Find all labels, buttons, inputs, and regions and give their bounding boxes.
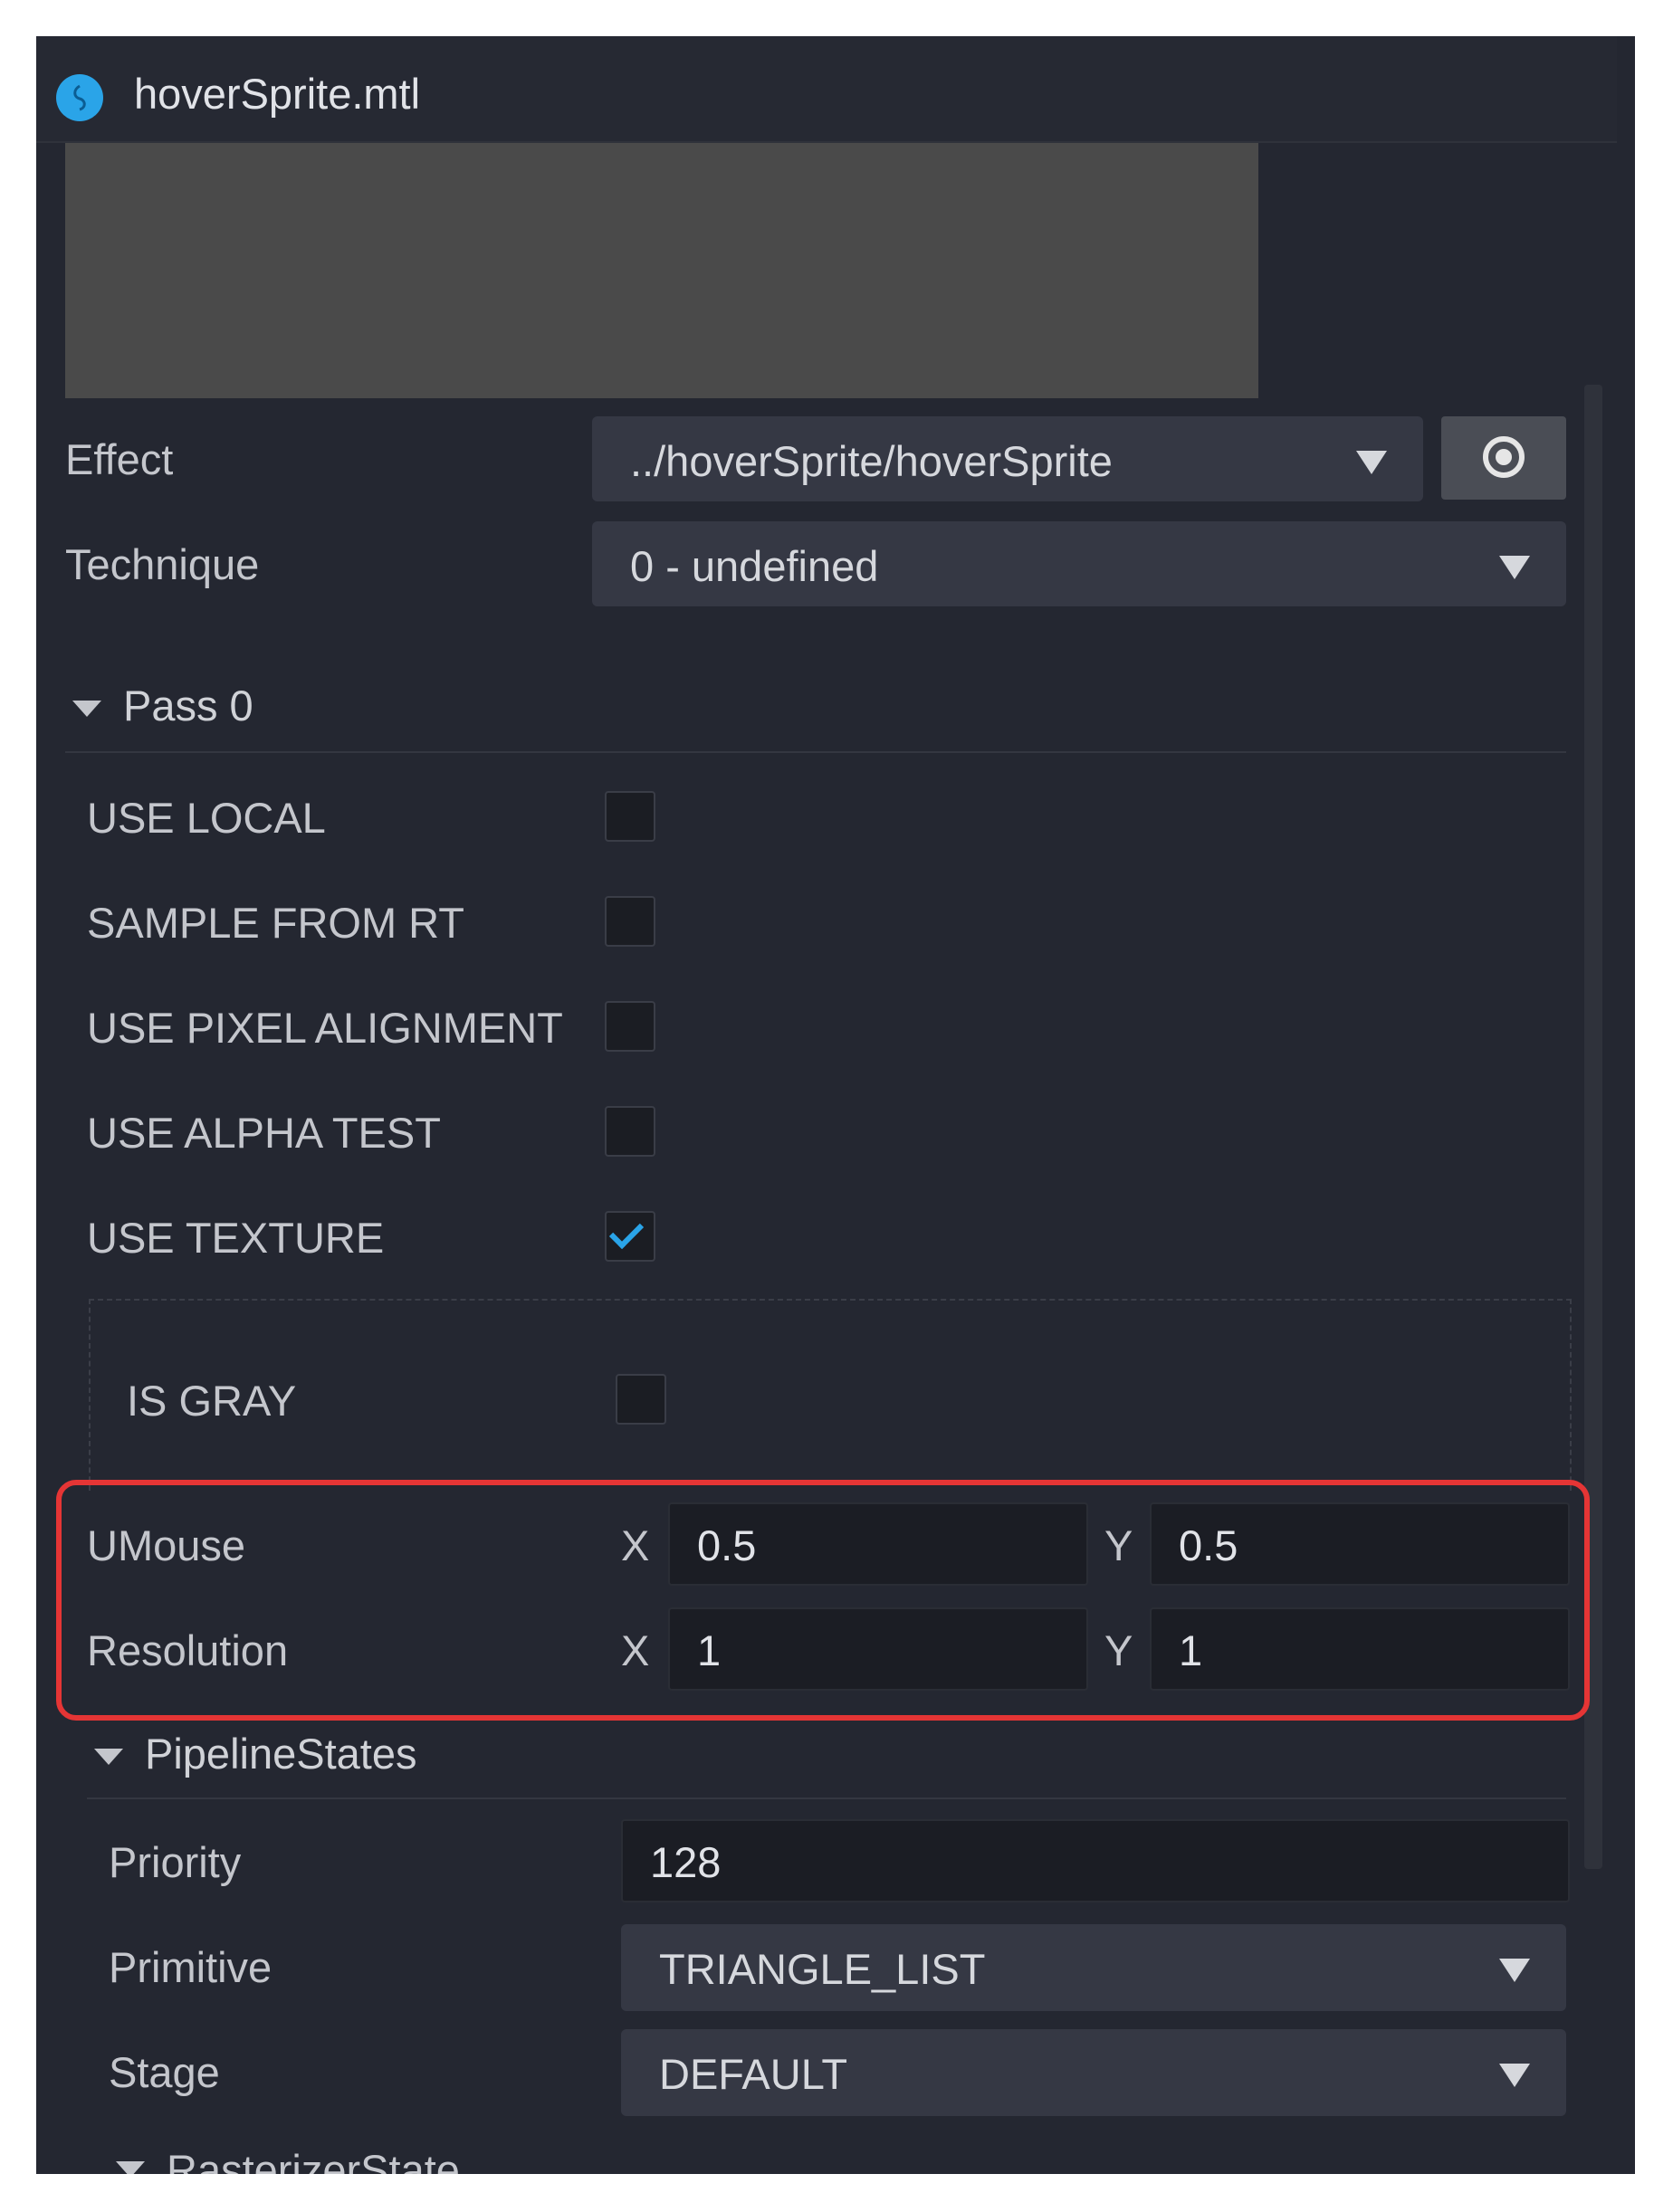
technique-select[interactable]: 0 - undefined [592, 521, 1566, 606]
primitive-value: TRIANGLE_LIST [659, 1945, 986, 1993]
axis-y-label: Y [1104, 1521, 1133, 1569]
umouse-x-input[interactable]: 0.5 [668, 1502, 1088, 1586]
input-value: 0.5 [697, 1521, 757, 1569]
priority-input[interactable]: 128 [621, 1819, 1570, 1902]
inspector-header: hoverSprite.mtl [36, 36, 1617, 143]
use-local-checkbox[interactable] [605, 791, 655, 842]
is-gray-label: IS GRAY [127, 1377, 297, 1425]
resolution-label: Resolution [87, 1626, 289, 1674]
collapse-triangle-icon [94, 1749, 123, 1765]
rasterizer-title: RasterizerState [167, 2146, 460, 2174]
effect-value: ../hoverSprite/hoverSprite [630, 437, 1113, 485]
define-label: USE LOCAL [87, 794, 326, 842]
chevron-down-icon [1356, 451, 1387, 474]
priority-label: Priority [109, 1838, 242, 1886]
pipeline-title: PipelineStates [145, 1730, 417, 1778]
locate-effect-button[interactable] [1441, 416, 1566, 500]
chevron-down-icon [1499, 1959, 1530, 1982]
checkmark-icon [608, 1214, 645, 1250]
primitive-label: Primitive [109, 1943, 272, 1991]
asset-title: hoverSprite.mtl [134, 70, 421, 118]
divider [87, 1797, 1566, 1799]
axis-x-label: X [621, 1521, 650, 1569]
chevron-down-icon [1499, 556, 1530, 579]
chevron-down-icon [1499, 2064, 1530, 2087]
collapse-triangle-icon [116, 2161, 145, 2174]
umouse-label: UMouse [87, 1521, 246, 1569]
collapse-triangle-icon [72, 701, 101, 717]
is-gray-checkbox[interactable] [616, 1374, 666, 1425]
asset-file-icon [56, 74, 103, 121]
stage-value: DEFAULT [659, 2050, 848, 2098]
stage-label: Stage [109, 2048, 220, 2096]
inspector-panel: hoverSprite.mtl Effect ../hoverSprite/ho… [36, 36, 1635, 2174]
input-value: 1 [1179, 1626, 1203, 1674]
resolution-y-input[interactable]: 1 [1150, 1607, 1570, 1691]
axis-x-label: X [621, 1626, 650, 1674]
resolution-x-input[interactable]: 1 [668, 1607, 1088, 1691]
technique-label: Technique [65, 540, 260, 588]
input-value: 128 [650, 1838, 722, 1886]
divider [65, 751, 1566, 753]
define-label: USE TEXTURE [87, 1214, 385, 1262]
define-label: SAMPLE FROM RT [87, 899, 464, 947]
use-texture-checkbox[interactable] [605, 1211, 655, 1262]
define-label: USE PIXEL ALIGNMENT [87, 1004, 563, 1052]
texture-subgroup [89, 1299, 1572, 1491]
effect-label: Effect [65, 435, 174, 483]
define-label: USE ALPHA TEST [87, 1109, 441, 1157]
technique-value: 0 - undefined [630, 542, 879, 590]
input-value: 1 [697, 1626, 722, 1674]
sample-from-rt-checkbox[interactable] [605, 896, 655, 947]
pass-title: Pass 0 [123, 682, 253, 729]
umouse-y-input[interactable]: 0.5 [1150, 1502, 1570, 1586]
material-preview[interactable] [65, 143, 1258, 398]
effect-select[interactable]: ../hoverSprite/hoverSprite [592, 416, 1423, 501]
use-pixel-alignment-checkbox[interactable] [605, 1001, 655, 1052]
use-alpha-test-checkbox[interactable] [605, 1106, 655, 1157]
stage-select[interactable]: DEFAULT [621, 2029, 1566, 2116]
primitive-select[interactable]: TRIANGLE_LIST [621, 1924, 1566, 2011]
axis-y-label: Y [1104, 1626, 1133, 1674]
input-value: 0.5 [1179, 1521, 1238, 1569]
locate-icon-dot [1496, 449, 1512, 465]
